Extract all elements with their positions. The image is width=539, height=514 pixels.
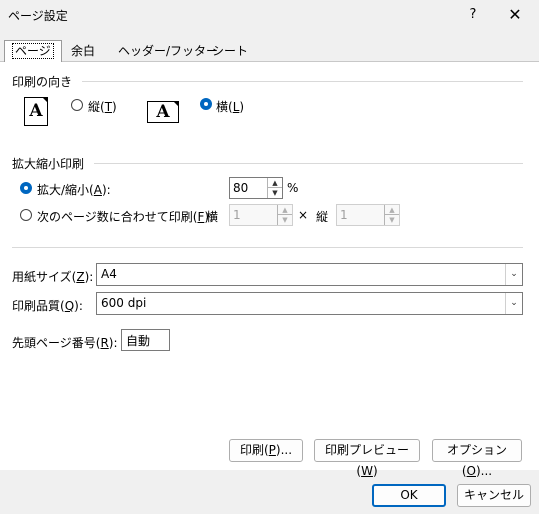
chevron-down-icon[interactable]: ⌄	[505, 293, 522, 314]
fit-to-radio[interactable]	[20, 209, 32, 221]
landscape-label[interactable]: 横(L)	[216, 98, 244, 115]
paper-size-value: A4	[101, 267, 117, 281]
first-page-number-label: 先頭ページ番号(R):	[12, 336, 118, 350]
close-button[interactable]: ✕	[502, 3, 528, 27]
ok-button[interactable]: OK	[372, 484, 446, 507]
orientation-heading: 印刷の向き	[12, 75, 73, 89]
cancel-button[interactable]: キャンセル	[457, 484, 531, 507]
options-button[interactable]: オプション(O)...	[432, 439, 522, 478]
pages-tall-value: 1	[340, 208, 348, 222]
print-quality-value: 600 dpi	[101, 296, 147, 310]
spin-down-icon[interactable]: ▼	[278, 215, 292, 225]
portrait-radio[interactable]	[71, 99, 83, 111]
print-quality-select[interactable]: 600 dpi ⌄	[96, 292, 523, 315]
spin-up-icon[interactable]: ▲	[278, 205, 292, 215]
orientation-divider	[82, 81, 523, 82]
percent-unit: %	[287, 181, 299, 195]
first-page-number-input[interactable]: 自動	[121, 329, 170, 351]
times-symbol: ×	[298, 208, 309, 222]
adjust-to-label[interactable]: 拡大/縮小(A):	[37, 181, 111, 198]
spin-down-icon[interactable]: ▼	[268, 188, 282, 198]
adjust-to-radio[interactable]	[20, 182, 32, 194]
scaling-heading: 拡大縮小印刷	[12, 157, 85, 171]
tab-margins[interactable]: 余白	[63, 40, 103, 62]
dialog-title: ページ設定	[8, 9, 68, 23]
landscape-page-icon: A	[147, 101, 179, 123]
tab-page-label: ページ	[12, 43, 54, 59]
fit-to-label[interactable]: 次のページ数に合わせて印刷(F):	[37, 208, 213, 225]
scale-percent-spinner[interactable]: 80 ▲ ▼	[229, 177, 283, 199]
help-button[interactable]: ?	[462, 4, 484, 26]
spin-down-icon[interactable]: ▼	[385, 215, 399, 225]
spin-up-icon[interactable]: ▲	[268, 178, 282, 188]
portrait-page-icon: A	[24, 97, 48, 126]
chevron-down-icon[interactable]: ⌄	[505, 264, 522, 285]
print-quality-label: 印刷品質(Q):	[12, 299, 83, 313]
print-button[interactable]: 印刷(P)...	[229, 439, 303, 462]
paper-divider	[12, 247, 523, 248]
tab-page[interactable]: ページ	[4, 40, 62, 63]
title-bar	[0, 0, 539, 30]
print-preview-button[interactable]: 印刷プレビュー(W)	[314, 439, 420, 478]
pages-wide-value: 1	[233, 208, 241, 222]
scaling-divider	[94, 163, 523, 164]
pages-tall-label: 縦	[316, 210, 329, 224]
paper-size-label: 用紙サイズ(Z):	[12, 270, 94, 284]
spin-up-icon[interactable]: ▲	[385, 205, 399, 215]
pages-wide-spinner[interactable]: 1 ▲ ▼	[229, 204, 293, 226]
tab-sheet[interactable]: シート	[204, 40, 256, 62]
scale-percent-value: 80	[233, 181, 249, 195]
pages-tall-spinner[interactable]: 1 ▲ ▼	[336, 204, 400, 226]
pages-wide-label: 横	[206, 210, 219, 224]
paper-size-select[interactable]: A4 ⌄	[96, 263, 523, 286]
landscape-radio[interactable]	[200, 98, 212, 110]
portrait-label[interactable]: 縦(T)	[88, 98, 117, 115]
